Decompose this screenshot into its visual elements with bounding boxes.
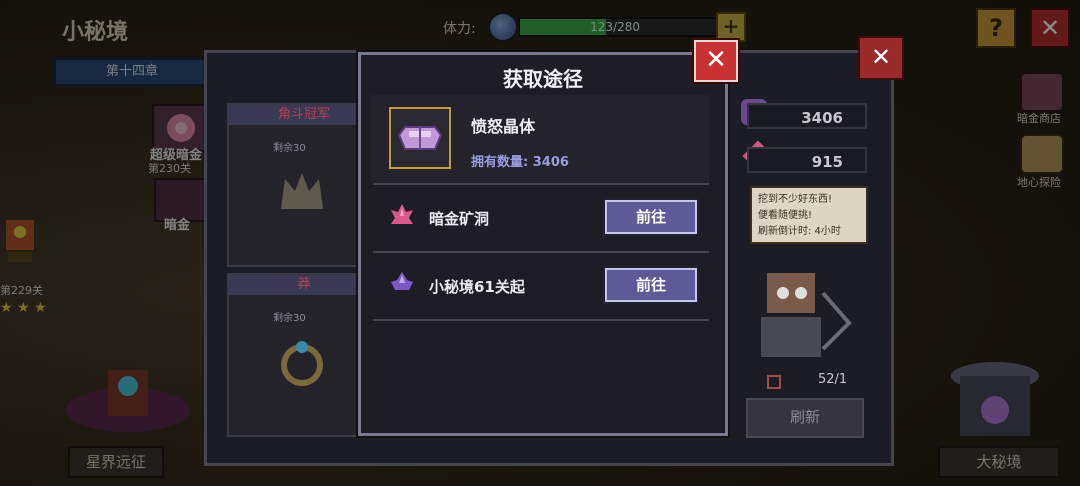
speech-line: 刷新倒计时: 4小时	[758, 226, 841, 237]
acquire-source-dialog: 获取途径 ✕ 愤怒晶体 拥有数量: 3406 暗金矿洞 前往 小秘境61关起 前…	[358, 40, 738, 436]
refresh-button[interactable]: 刷新	[746, 398, 864, 438]
ring-icon	[275, 335, 329, 389]
rage-crystal-icon	[397, 126, 443, 150]
limit-count: 52/1	[818, 372, 848, 387]
crown-helmet-icon	[275, 165, 329, 219]
divider	[373, 319, 709, 321]
dialog-close-button[interactable]: ✕	[694, 40, 738, 82]
stat-crystal-value: 3406	[747, 103, 867, 129]
go-to-dark-mine-button[interactable]: 前往	[605, 200, 697, 234]
source-row: 小秘境61关起 前往	[373, 254, 709, 318]
stat-gem-value: 915	[747, 147, 867, 173]
remain-count: 剩余30	[273, 143, 306, 154]
divider	[373, 183, 709, 185]
source-label: 暗金矿洞	[429, 210, 490, 228]
shop-card-title: 角斗冠军	[229, 105, 379, 125]
item-slot	[389, 107, 451, 169]
divider	[373, 251, 709, 253]
item-info: 愤怒晶体 拥有数量: 3406	[371, 95, 709, 183]
item-count: 拥有数量: 3406	[471, 151, 569, 170]
purple-crystal-icon	[389, 270, 415, 296]
remain-count: 剩余30	[273, 313, 306, 324]
merchant-speech-bubble: 挖到不少好东西! 便看随便挑! 刷新倒计时: 4小时	[750, 186, 868, 244]
close-panel-button[interactable]: ✕	[858, 36, 904, 80]
go-to-small-rift-button[interactable]: 前往	[605, 268, 697, 302]
speech-line: 便看随便挑!	[758, 210, 813, 221]
source-row: 暗金矿洞 前往	[373, 186, 709, 250]
merchant-character-icon	[753, 253, 853, 383]
item-count-label: 拥有数量:	[471, 155, 529, 170]
item-count-value: 3406	[532, 155, 569, 170]
source-label: 小秘境61关起	[429, 278, 525, 296]
shop-card-title: 莽	[229, 275, 379, 295]
pink-crystal-icon	[389, 202, 415, 228]
dialog-title: 获取途径	[503, 67, 583, 91]
item-name: 愤怒晶体	[471, 117, 536, 136]
speech-line: 挖到不少好东西!	[758, 194, 833, 205]
timer-icon	[767, 375, 781, 389]
